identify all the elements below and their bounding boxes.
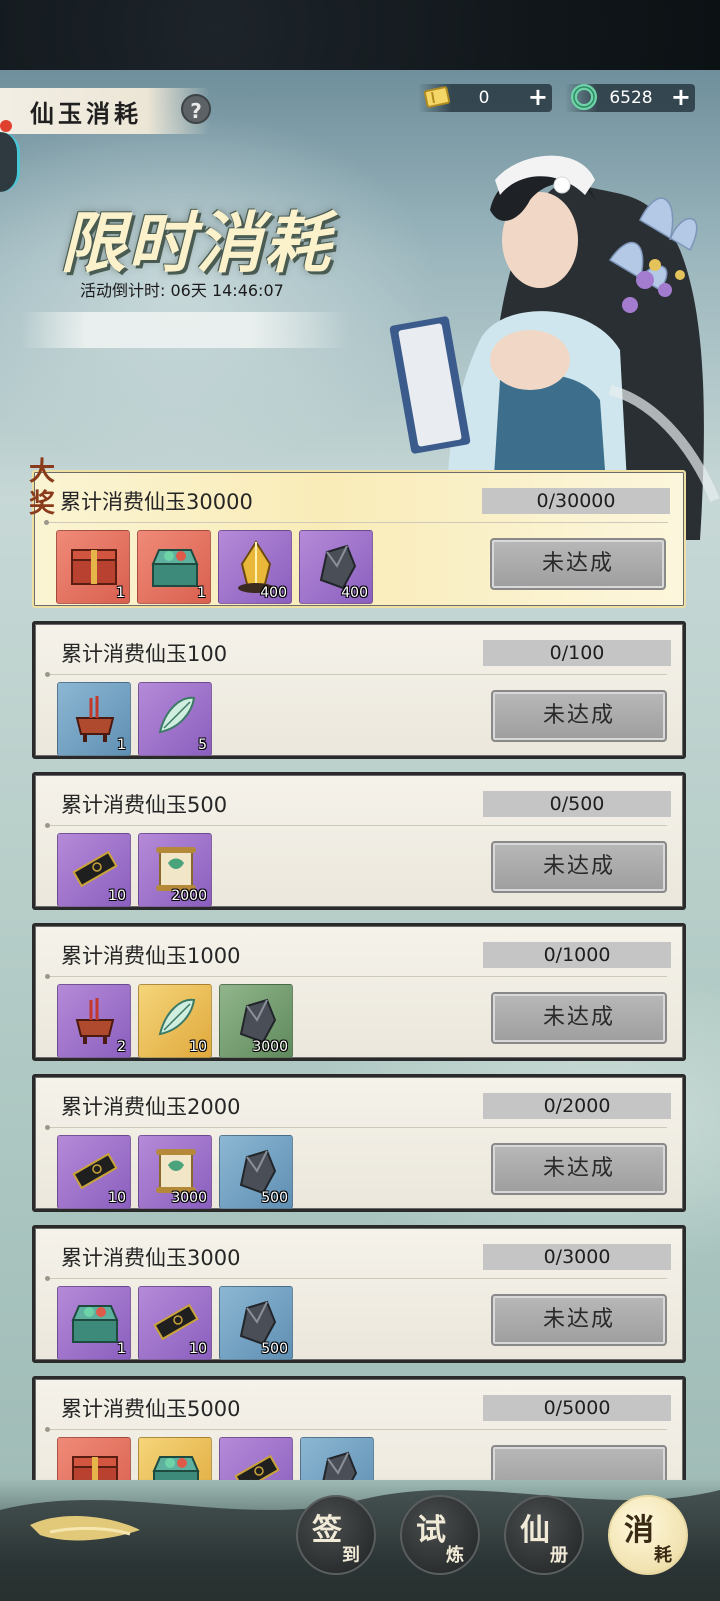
jade-currency: 6528 +: [565, 84, 695, 112]
reward-card: 累计消费仙玉3000 0/3000 未达成 1 10 500: [32, 1225, 686, 1363]
reward-title: 累计消费仙玉500: [61, 793, 228, 817]
reward-item[interactable]: 3000: [138, 1135, 212, 1209]
countdown-value: 06天 14:46:07: [170, 281, 284, 300]
nav-trial-button[interactable]: 试炼: [400, 1495, 480, 1575]
item-quantity: 400: [341, 585, 368, 601]
countdown-label: 活动倒计时:: [80, 281, 166, 300]
divider: [45, 1125, 667, 1130]
reward-title: 累计消费仙玉5000: [61, 1397, 241, 1421]
reward-title: 累计消费仙玉2000: [61, 1095, 241, 1119]
claim-button[interactable]: 未达成: [491, 690, 667, 742]
reward-card: 累计消费仙玉500 0/500 未达成 10 2000: [32, 772, 686, 910]
item-quantity: 3000: [252, 1039, 288, 1055]
countdown: 活动倒计时: 06天 14:46:07: [80, 277, 284, 301]
progress-bar: 0/5000: [483, 1395, 671, 1421]
reward-item[interactable]: 500: [219, 1135, 293, 1209]
reward-item[interactable]: 10: [57, 833, 131, 907]
ticket-currency: 0 +: [418, 84, 552, 112]
claim-button[interactable]: 未达成: [491, 1294, 667, 1346]
item-quantity: 3000: [171, 1190, 207, 1206]
divider: [45, 1427, 667, 1432]
claim-button[interactable]: 未达成: [491, 841, 667, 893]
nav-sign-in-button[interactable]: 签到: [296, 1495, 376, 1575]
divider: [45, 823, 667, 828]
progress-bar: 0/30000: [482, 488, 670, 514]
progress-bar: 0/500: [483, 791, 671, 817]
reward-item[interactable]: 1: [57, 682, 131, 756]
nav-sublabel: 耗: [654, 1545, 672, 1566]
grand-reward-card: 累计消费仙玉30000 0/30000 未达成 1 1 400 400: [32, 470, 686, 608]
reward-item[interactable]: 10: [138, 984, 212, 1058]
nav-label: 消: [624, 1513, 654, 1548]
nav-sublabel: 到: [342, 1545, 360, 1566]
nav-album-button[interactable]: 仙册: [504, 1495, 584, 1575]
item-quantity: 5: [198, 737, 207, 753]
reward-item[interactable]: 10: [57, 1135, 131, 1209]
reward-card: 累计消费仙玉1000 0/1000 未达成 2 10 3000: [32, 923, 686, 1061]
reward-title: 累计消费仙玉3000: [61, 1246, 241, 1270]
add-jade-button[interactable]: +: [671, 84, 691, 110]
countdown-band: [20, 312, 350, 348]
claim-button[interactable]: 未达成: [491, 992, 667, 1044]
claim-button[interactable]: 未达成: [491, 1143, 667, 1195]
nav-label: 仙: [520, 1513, 550, 1548]
item-quantity: 10: [189, 1341, 207, 1357]
jade-icon: [569, 82, 599, 112]
item-quantity: 10: [108, 888, 126, 904]
jade-amount: 6528: [609, 88, 653, 108]
reward-item[interactable]: 1: [56, 530, 130, 604]
page-title: 仙玉消耗: [30, 99, 142, 128]
reward-item[interactable]: 5: [138, 682, 212, 756]
progress-bar: 0/2000: [483, 1093, 671, 1119]
nav-sublabel: 册: [550, 1545, 568, 1566]
nav-label: 试: [416, 1513, 446, 1548]
item-quantity: 500: [261, 1190, 288, 1206]
event-title: 限时消耗: [60, 204, 332, 282]
item-quantity: 1: [116, 585, 125, 601]
add-ticket-button[interactable]: +: [528, 84, 548, 110]
status-bar: [0, 0, 720, 70]
reward-title: 累计消费仙玉30000: [60, 490, 253, 514]
nav-consume-button[interactable]: 消耗: [608, 1495, 688, 1575]
progress-bar: 0/100: [483, 640, 671, 666]
reward-list[interactable]: 累计消费仙玉30000 0/30000 未达成 1 1 400 400 累计消费仙玉100 0/…: [0, 470, 720, 1480]
reward-title: 累计消费仙玉100: [61, 642, 228, 666]
item-quantity: 1: [117, 737, 126, 753]
item-quantity: 1: [197, 585, 206, 601]
nav-label: 签: [312, 1513, 342, 1548]
divider: [44, 520, 668, 525]
reward-item[interactable]: 2000: [138, 833, 212, 907]
ticket-amount: 0: [478, 88, 490, 108]
reward-item[interactable]: 1: [57, 1286, 131, 1360]
item-quantity: 400: [260, 585, 287, 601]
reward-item[interactable]: 3000: [219, 984, 293, 1058]
item-quantity: 1: [117, 1341, 126, 1357]
reward-card: 累计消费仙玉5000 0/5000: [32, 1376, 686, 1480]
item-quantity: 10: [189, 1039, 207, 1055]
reward-item[interactable]: 500: [219, 1286, 293, 1360]
grand-prize-badge: 大奖: [28, 457, 55, 519]
reward-item[interactable]: 400: [218, 530, 292, 604]
reward-item[interactable]: 400: [299, 530, 373, 604]
reward-item[interactable]: 2: [57, 984, 131, 1058]
claim-button[interactable]: 未达成: [490, 538, 666, 590]
item-quantity: 2: [117, 1039, 126, 1055]
reward-card: 累计消费仙玉2000 0/2000 未达成 10 3000 500: [32, 1074, 686, 1212]
divider: [45, 1276, 667, 1281]
divider: [45, 672, 667, 677]
notification-dot: [0, 120, 12, 132]
progress-bar: 0/3000: [483, 1244, 671, 1270]
ticket-icon: [422, 82, 452, 112]
progress-bar: 0/1000: [483, 942, 671, 968]
reward-item[interactable]: 1: [137, 530, 211, 604]
nav-sublabel: 炼: [446, 1545, 464, 1566]
reward-card: 累计消费仙玉100 0/100 未达成 1 5: [32, 621, 686, 759]
item-quantity: 10: [108, 1190, 126, 1206]
divider: [45, 974, 667, 979]
reward-title: 累计消费仙玉1000: [61, 944, 241, 968]
help-button[interactable]: ?: [181, 94, 211, 124]
item-quantity: 2000: [171, 888, 207, 904]
reward-item[interactable]: 10: [138, 1286, 212, 1360]
item-quantity: 500: [261, 1341, 288, 1357]
